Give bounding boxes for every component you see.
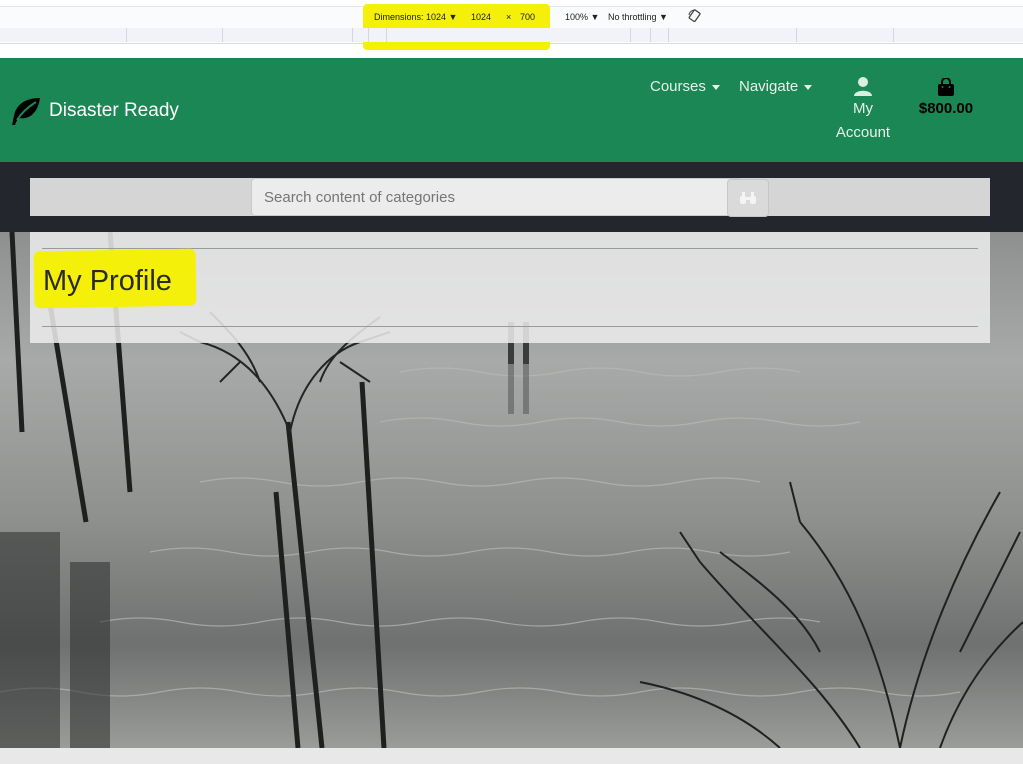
rotate-icon[interactable] <box>688 9 702 23</box>
devtools-ruler <box>0 28 1023 42</box>
my-account-link[interactable]: My Account <box>832 76 894 145</box>
page-bottom-strip <box>0 748 1023 764</box>
binoculars-icon <box>740 192 756 204</box>
search-input[interactable] <box>251 178 742 216</box>
cart-total: $800.00 <box>918 100 974 117</box>
page-viewport: Disaster Ready Courses Navigate My Accou… <box>0 58 1023 764</box>
dimensions-dropdown[interactable]: Dimensions: 1024 ▼ <box>374 12 457 22</box>
highlight-marker <box>363 4 550 50</box>
cart-link[interactable]: $800.00 <box>912 78 980 117</box>
chevron-down-icon <box>804 84 813 90</box>
search-bar <box>30 178 990 217</box>
nav-courses-label: Courses <box>650 78 706 95</box>
account-label-line1: My <box>853 100 873 117</box>
divider <box>42 326 978 327</box>
user-icon <box>854 77 872 96</box>
devtools-toolbar: Dimensions: 1024 ▼ 1024 × 700 100% ▼ No … <box>0 0 1023 50</box>
search-button[interactable] <box>727 179 769 217</box>
width-field[interactable]: 1024 <box>471 12 491 22</box>
nav-navigate-dropdown[interactable]: Navigate <box>739 78 813 95</box>
search-band <box>0 162 1023 232</box>
account-label-line2: Account <box>835 124 891 141</box>
brand-name: Disaster Ready <box>49 100 179 121</box>
top-navbar: Disaster Ready Courses Navigate My Accou… <box>0 58 1023 162</box>
times-sign: × <box>506 12 512 22</box>
nav-courses-dropdown[interactable]: Courses <box>650 78 720 95</box>
leaf-icon <box>12 98 40 125</box>
chevron-down-icon <box>711 84 720 90</box>
shopping-bag-icon <box>938 78 954 96</box>
throttling-dropdown[interactable]: No throttling ▼ <box>608 12 668 22</box>
brand-link[interactable]: Disaster Ready <box>10 96 179 126</box>
page-title: My Profile <box>43 265 172 297</box>
nav-navigate-label: Navigate <box>739 78 799 95</box>
profile-header-panel: My Profile <box>30 232 990 343</box>
height-field[interactable]: 700 <box>520 12 535 22</box>
zoom-dropdown[interactable]: 100% ▼ <box>565 12 599 22</box>
